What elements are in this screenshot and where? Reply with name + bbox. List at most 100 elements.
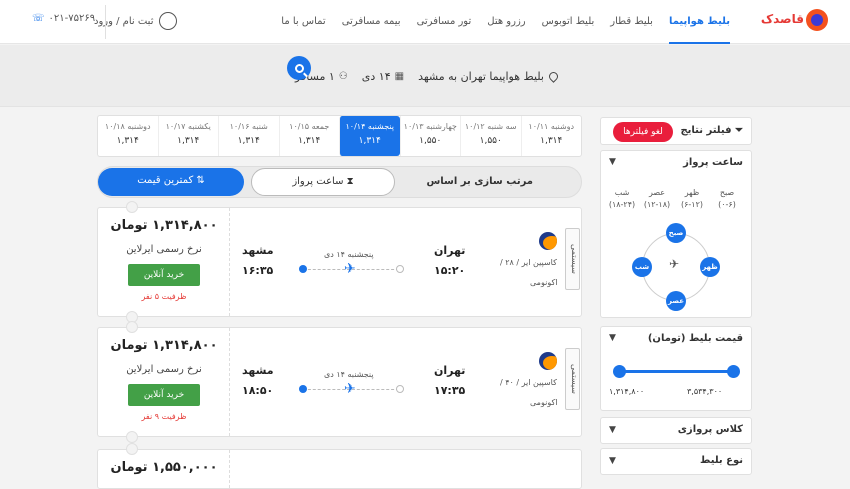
price-filter-title[interactable]: قیمت بلیط (تومان) [648,333,743,344]
price-filter: قیمت بلیط (تومان) ▼ ۱,۳۱۴,۸۰۰ ۳,۵۳۴,۳۰۰ [600,326,752,411]
date-option-day: چهارشنبه ۱۰/۱۳ [403,122,457,131]
nav-train[interactable]: بلیط قطار [610,0,653,44]
flight-time-title[interactable]: ساعت پرواز [683,157,743,168]
date-option-price: ۱,۵۵۰ [419,136,442,146]
ticket-type-badge: سیستمی [565,228,580,290]
time-slot-afternoon[interactable]: عصر (۱۲-۱۸) [642,187,672,211]
price-min-label: ۱,۳۱۴,۸۰۰ [609,387,645,396]
logo-inner-icon [811,14,823,26]
wheel-night[interactable]: شب [632,257,652,277]
wheel-afternoon[interactable]: عصر [666,291,686,311]
fare-type: نرخ رسمی ایرلاین [126,244,202,255]
wheel-noon[interactable]: ظهر [700,257,720,277]
nav-bus[interactable]: بلیط اتوبوس [542,0,595,44]
filter-icon: ⏷ [731,125,743,136]
phone-number: ۰۲۱-۷۵۲۶۹ [48,13,96,24]
price-min-handle[interactable] [613,365,626,378]
time-wheel: صبح ظهر عصر شب ✈ [632,223,720,311]
destination-city: مشهد [242,244,274,257]
chevron-down-icon[interactable]: ▼ [609,333,616,343]
nav-tour[interactable]: تور مسافرتی [417,0,472,44]
login-link[interactable]: ثبت نام / ورود [94,11,177,31]
date-option-day: یکشنبه ۱۰/۱۷ [165,122,211,131]
chevron-down-icon[interactable]: ▼ [609,157,616,167]
arrival-time: ۱۶:۳۵ [242,264,274,277]
date-option[interactable]: جمعه ۱۰/۱۵ ۱,۳۱۴ [278,116,340,156]
ticket-type-filter[interactable]: نوع بلیط ▼ [600,448,752,475]
clock-icon: ⧗ [343,176,354,187]
search-icon [294,63,304,73]
search-button[interactable] [287,56,311,80]
date-strip: دوشنبه ۱۰/۱۱ ۱,۳۱۴ سه شنبه ۱۰/۱۲ ۱,۵۵۰ چهارش… [97,115,582,157]
clear-filters-button[interactable]: لغو فیلترها [613,122,673,142]
departure-dot [396,385,404,393]
date-option[interactable]: چهارشنبه ۱۰/۱۳ ۱,۵۵۰ [399,116,461,156]
date-option-day: پنجشنبه ۱۰/۱۴ [345,122,395,131]
price-range-track [619,370,733,373]
flight-price: ۱,۳۱۴,۸۰۰ تومان [110,338,218,353]
route-text: بلیط هواپیما تهران به مشهد [418,69,544,83]
airplane-icon: ✈ [669,257,680,271]
phone-link[interactable]: ☏ ۰۲۱-۷۵۲۶۹ [32,13,95,24]
date-option[interactable]: شنبه ۱۰/۱۶ ۱,۳۱۴ [218,116,279,156]
date-option-price: ۱,۳۱۴ [540,136,563,146]
card-notch [126,431,138,443]
date-option-day: دوشنبه ۱۰/۱۱ [528,122,575,131]
date-option[interactable]: یکشنبه ۱۰/۱۷ ۱,۳۱۴ [157,116,219,156]
fare-type: نرخ رسمی ایرلاین [126,364,202,375]
departure-time: ۱۷:۳۵ [434,384,466,397]
date-option[interactable]: سه شنبه ۱۰/۱۲ ۱,۵۵۰ [460,116,521,156]
search-summary-bar: بلیط هواپیما تهران به مشهد ▦ ۱۴ دی ⚇ ۱ م… [0,45,850,107]
class-filter[interactable]: کلاس پروازی ▼ [600,417,752,444]
phone-icon: ☏ [32,13,45,24]
ticket-type-badge: سیستمی [565,348,580,410]
calendar-icon: ▦ [394,70,405,82]
date-option-day: جمعه ۱۰/۱۵ [289,122,330,131]
flight-price: ۱,۵۵۰,۰۰۰ تومان [110,460,218,475]
card-notch [126,201,138,213]
date-option[interactable]: پنجشنبه ۱۰/۱۴ ۱,۳۱۴ [339,116,400,156]
date-option-day: سه شنبه ۱۰/۱۲ [464,122,517,131]
login-label: ثبت نام / ورود [94,15,154,27]
nav-hotel[interactable]: رزرو هتل [487,0,525,44]
sort-by-price-button[interactable]: ⇅ کمترین قیمت [98,168,244,196]
site-logo[interactable]: قاصدک [761,9,828,31]
date-text: ۱۴ دی [361,69,391,83]
wheel-morning[interactable]: صبح [666,223,686,243]
card-notch [126,443,138,455]
arrival-dot [299,385,307,393]
time-slot-night[interactable]: شب (۱۸-۲۴) [607,187,637,211]
departure-time: ۱۵:۲۰ [434,264,466,277]
sort-icon: ⇅ [193,175,205,186]
buy-button[interactable]: خرید آنلاین [128,384,200,406]
flight-time-filter: ساعت پرواز ▼ صبح (۰-۶) ظهر (۶-۱۲) عصر (۱۲-۱… [600,150,752,318]
buy-button[interactable]: خرید آنلاین [128,264,200,286]
price-max-handle[interactable] [727,365,740,378]
time-slot-morning[interactable]: صبح (۰-۶) [712,187,742,211]
sort-by-price-label: کمترین قیمت [137,175,194,186]
header-divider [105,5,106,39]
flight-price: ۱,۳۱۴,۸۰۰ تومان [110,218,218,233]
date-option[interactable]: دوشنبه ۱۰/۱۸ ۱,۳۱۴ [98,116,158,156]
user-icon [158,12,177,30]
nav-flight[interactable]: بلیط هواپیما [668,0,730,44]
capacity-text: ظرفیت ۵ نفر [141,292,187,301]
time-slot-noon[interactable]: ظهر (۶-۱۲) [677,187,707,211]
date-option-price: ۱,۵۵۰ [479,136,502,146]
class-filter-title: کلاس پروازی [677,424,743,435]
arrival-time: ۱۸:۵۰ [242,384,274,397]
date-option-price: ۱,۳۱۴ [116,136,139,146]
sort-by-time-button[interactable]: ⧗ ساعت پرواز [251,168,395,196]
flight-date: پنجشنبه ۱۴ دی [324,370,374,379]
date-option[interactable]: دوشنبه ۱۰/۱۱ ۱,۳۱۴ [520,116,582,156]
nav-contact[interactable]: تماس با ما [281,0,325,44]
sort-label: مرتب سازی بر اساس [426,176,534,187]
airplane-icon: ✈ [344,261,356,277]
nav-insurance[interactable]: بیمه مسافرتی [342,0,401,44]
search-summary[interactable]: بلیط هواپیما تهران به مشهد ▦ ۱۴ دی ⚇ ۱ م… [295,58,560,94]
filter-title: ⏷ فیلتر نتایج [680,125,743,136]
main-nav: بلیط هواپیما بلیط قطار بلیط اتوبوس رزرو … [265,0,730,44]
price-max-label: ۳,۵۳۴,۳۰۰ [687,387,723,396]
chevron-down-icon: ▼ [609,456,616,466]
airline-logo-icon [539,352,557,370]
